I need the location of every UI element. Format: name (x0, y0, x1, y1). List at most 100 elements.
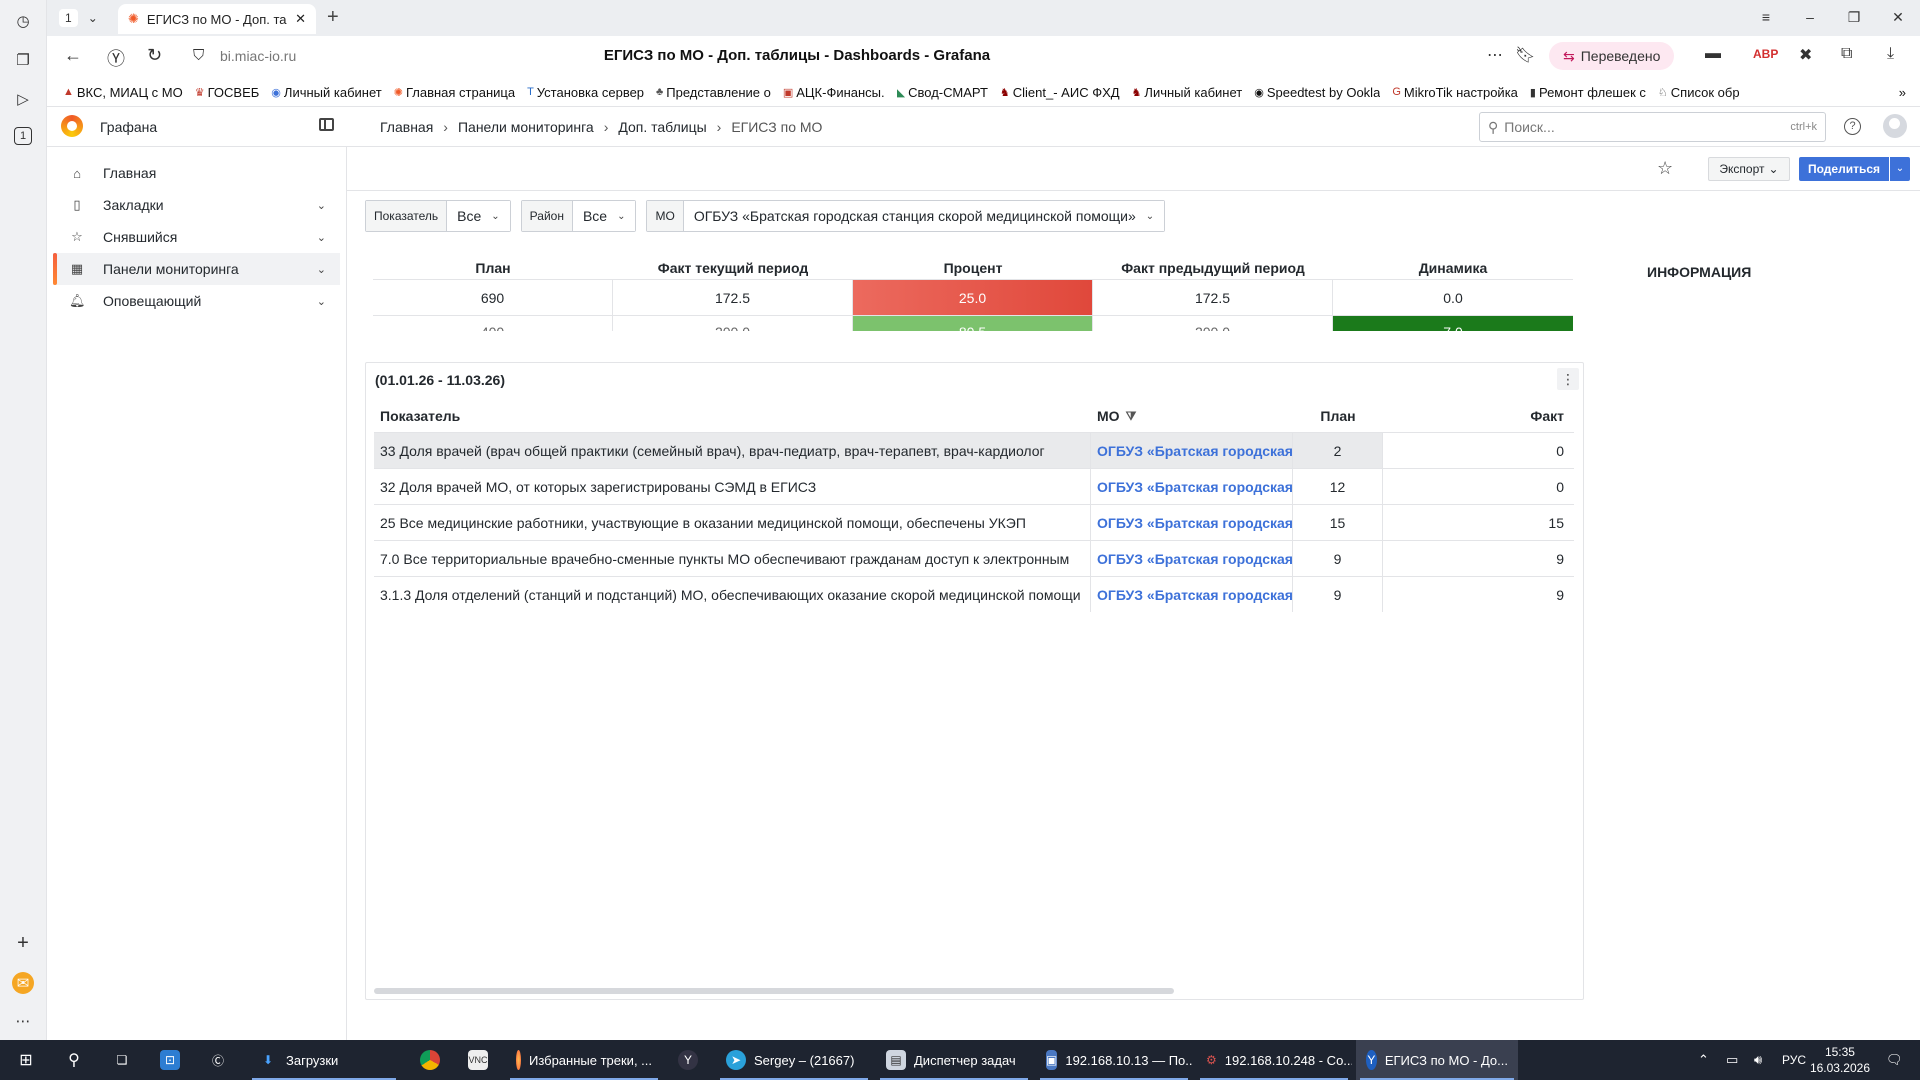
mo-link[interactable]: ОГБУЗ «Братская городская станция скорой… (1091, 505, 1293, 540)
bookmark-item[interactable]: ♞ Client_- АИС ФХД (1000, 85, 1120, 100)
translate-button[interactable]: ⇆ Переведено (1549, 42, 1675, 70)
column-header-mo[interactable]: МО ⧩ (1091, 408, 1293, 424)
star-dashboard-icon[interactable]: ☆ (1657, 158, 1673, 179)
bookmark-item[interactable]: ◉ Speedtest by Ookla (1254, 85, 1380, 100)
nav-item-alerting[interactable]: 🔔︎ Оповещающий ⌄ (53, 285, 340, 317)
share-button[interactable]: Поделиться (1799, 157, 1889, 181)
bookmark-page-icon[interactable]: 🔖︎ (1515, 45, 1535, 65)
bookmark-item[interactable]: ▲ ВКС, МИАЦ с МО (63, 85, 183, 100)
taskbar-rdp-1[interactable]: ▣ 192.168.10.13 — По... (1036, 1040, 1192, 1080)
clock[interactable]: 15:35 16.03.2026 (1810, 1044, 1870, 1076)
taskbar-telegram[interactable]: ➤ Sergey – (21667) (716, 1040, 872, 1080)
table-row[interactable]: 32 Доля врачей МО, от которых зарегистри… (374, 468, 1574, 504)
search-input[interactable]: ⚲ Поиск... ctrl+k (1479, 112, 1826, 142)
share-dropdown-icon[interactable]: ⌄ (1890, 157, 1910, 181)
play-icon[interactable]: ▷ (12, 88, 34, 110)
bookmark-item[interactable]: T Установка сервер (527, 85, 644, 100)
more-dots-icon[interactable]: ⋯ (1487, 45, 1503, 65)
column-header-indicator[interactable]: Показатель (374, 408, 1091, 424)
variable-indicator[interactable]: Показатель Все ⌄ (365, 200, 511, 232)
mo-link[interactable]: ОГБУЗ «Братская городская станция скорой… (1091, 577, 1293, 612)
taskbar-task-manager[interactable]: ▤ Диспетчер задач (876, 1040, 1032, 1080)
address-bar: ← Ⓨ ↻ ⛉ bi.miac-io.ru ЕГИСЗ по МО - Доп.… (47, 36, 1920, 78)
collections-icon[interactable]: ❐ (12, 49, 34, 71)
taskbar-app[interactable]: VNC (458, 1040, 498, 1080)
filter-icon[interactable]: ⧩ (1126, 409, 1137, 424)
chevron-down-icon[interactable]: ⌄ (317, 295, 326, 308)
chevron-down-icon[interactable]: ⌄ (317, 263, 326, 276)
tray-chevron-icon[interactable]: ⌃ (1688, 1040, 1719, 1080)
nav-item-dashboards[interactable]: ▦ Панели мониторинга ⌄ (53, 253, 340, 285)
grafana-logo-icon[interactable] (61, 115, 83, 137)
workspace-icon[interactable]: 1 (14, 127, 32, 145)
bookmark-item[interactable]: G MikroTik настройка (1392, 85, 1518, 100)
table-row[interactable]: 33 Доля врачей (врач общей практики (сем… (374, 432, 1574, 468)
minimize-button[interactable]: – (1788, 0, 1832, 36)
mo-link[interactable]: ОГБУЗ «Братская городская станция скорой… (1091, 433, 1293, 468)
chevron-down-icon[interactable]: ⌄ (317, 199, 326, 212)
more-icon[interactable]: ⋯ (12, 1010, 34, 1032)
mail-app-icon[interactable]: ✉ (12, 972, 34, 994)
history-icon[interactable]: ◷ (12, 10, 34, 32)
menu-icon[interactable]: ≡ (1744, 0, 1788, 36)
bookmark-item[interactable]: ♞ Личный кабинет (1132, 85, 1243, 100)
extension2-icon[interactable]: ✖ (1799, 45, 1812, 65)
variable-district[interactable]: Район Все ⌄ (520, 200, 637, 232)
adblock-icon[interactable]: ABP (1753, 47, 1778, 61)
breadcrumb-dashboards[interactable]: Панели мониторинга (458, 119, 594, 135)
notifications-icon[interactable]: 🗨︎ (1876, 1040, 1913, 1080)
dock-menu-icon[interactable] (319, 118, 334, 131)
task-view-button[interactable]: ❏ (102, 1040, 142, 1080)
panel-menu-icon[interactable]: ⋮ (1557, 368, 1579, 390)
variable-mo[interactable]: МО ОГБУЗ «Братская городская станция скор… (646, 200, 1166, 232)
taskbar-app[interactable]: Y (668, 1040, 708, 1080)
mo-link[interactable]: ОГБУЗ «Братская городская станция скорой… (1091, 541, 1293, 576)
mo-link[interactable]: ОГБУЗ «Братская городская станция скорой… (1091, 469, 1293, 504)
column-header-fact[interactable]: Факт (1383, 408, 1574, 424)
avatar[interactable] (1883, 114, 1907, 138)
bookmark-item[interactable]: ▮ Ремонт флешек с (1530, 85, 1646, 100)
bookmark-item[interactable]: ▣ АЦК-Финансы. (783, 85, 885, 100)
start-button[interactable]: ⊞ (6, 1040, 46, 1080)
taskbar-app[interactable]: ⊡ (150, 1040, 190, 1080)
help-icon[interactable]: ? (1844, 118, 1861, 135)
table-row[interactable]: 7.0 Все территориальные врачебно-сменные… (374, 540, 1574, 576)
bookmark-item[interactable]: ♘ Список обр (1658, 85, 1740, 100)
volume-icon[interactable]: 🔊︎ (1744, 1040, 1772, 1080)
close-window-button[interactable]: ✕ (1876, 0, 1920, 36)
table-row[interactable]: 3.1.3 Доля отделений (станций и подстанц… (374, 576, 1574, 612)
nav-item-home[interactable]: ⌂ Главная (53, 157, 340, 189)
bookmark-item[interactable]: ♣ Представление о (656, 85, 771, 100)
chevron-down-icon[interactable]: ⌄ (317, 231, 326, 244)
add-panel-icon[interactable]: + (12, 932, 34, 954)
new-tab-button[interactable]: + (327, 6, 339, 29)
horizontal-scrollbar[interactable] (374, 988, 1174, 994)
taskbar-rdp-2[interactable]: ⚙ 192.168.10.248 - Co... (1196, 1040, 1352, 1080)
bookmark-item[interactable]: ✺ Главная страница (394, 85, 515, 100)
taskbar-downloads[interactable]: ⬇ Загрузки (248, 1040, 400, 1080)
bookmark-item[interactable]: ♛ ГОСВЕБ (195, 85, 260, 100)
taskbar-browser-active[interactable]: Y ЕГИСЗ по МО - До... (1356, 1040, 1518, 1080)
search-taskbar-button[interactable]: ⚲ (54, 1040, 94, 1080)
download-icon[interactable]: ⤓ (1887, 45, 1894, 63)
column-header-plan[interactable]: План (1293, 408, 1383, 424)
bookmark-item[interactable]: ◉ Личный кабинет (271, 85, 381, 100)
nav-item-bookmarks[interactable]: ▯ Закладки ⌄ (53, 189, 340, 221)
breadcrumb-folder[interactable]: Доп. таблицы (618, 119, 706, 135)
tab-counter[interactable]: 1 ⌄ (53, 6, 104, 30)
export-button[interactable]: Экспорт ⌄ (1708, 157, 1790, 181)
bookmark-item[interactable]: ◣ Свод-СМАРТ (897, 85, 988, 100)
table-row[interactable]: 25 Все медицинские работники, участвующи… (374, 504, 1574, 540)
taskbar-firefox[interactable]: Избранные треки, ... (506, 1040, 662, 1080)
plan-cell: 2 (1293, 433, 1383, 468)
taskbar-app[interactable]: Ⓒ (198, 1040, 238, 1080)
screenshot-icon[interactable]: ⧉ (1841, 45, 1852, 63)
active-tab[interactable]: ✺ ЕГИСЗ по МО - Доп. таблицы ✕ (118, 4, 316, 34)
close-icon[interactable]: ✕ (295, 11, 306, 27)
taskbar-app[interactable] (410, 1040, 450, 1080)
nav-item-starred[interactable]: ☆ Снявшийся ⌄ (53, 221, 340, 253)
extension-icon[interactable]: ▬ (1705, 45, 1721, 63)
breadcrumb-home[interactable]: Главная (380, 119, 433, 135)
restore-button[interactable]: ❐ (1832, 0, 1876, 36)
bookmarks-overflow-icon[interactable]: » (1899, 85, 1920, 100)
